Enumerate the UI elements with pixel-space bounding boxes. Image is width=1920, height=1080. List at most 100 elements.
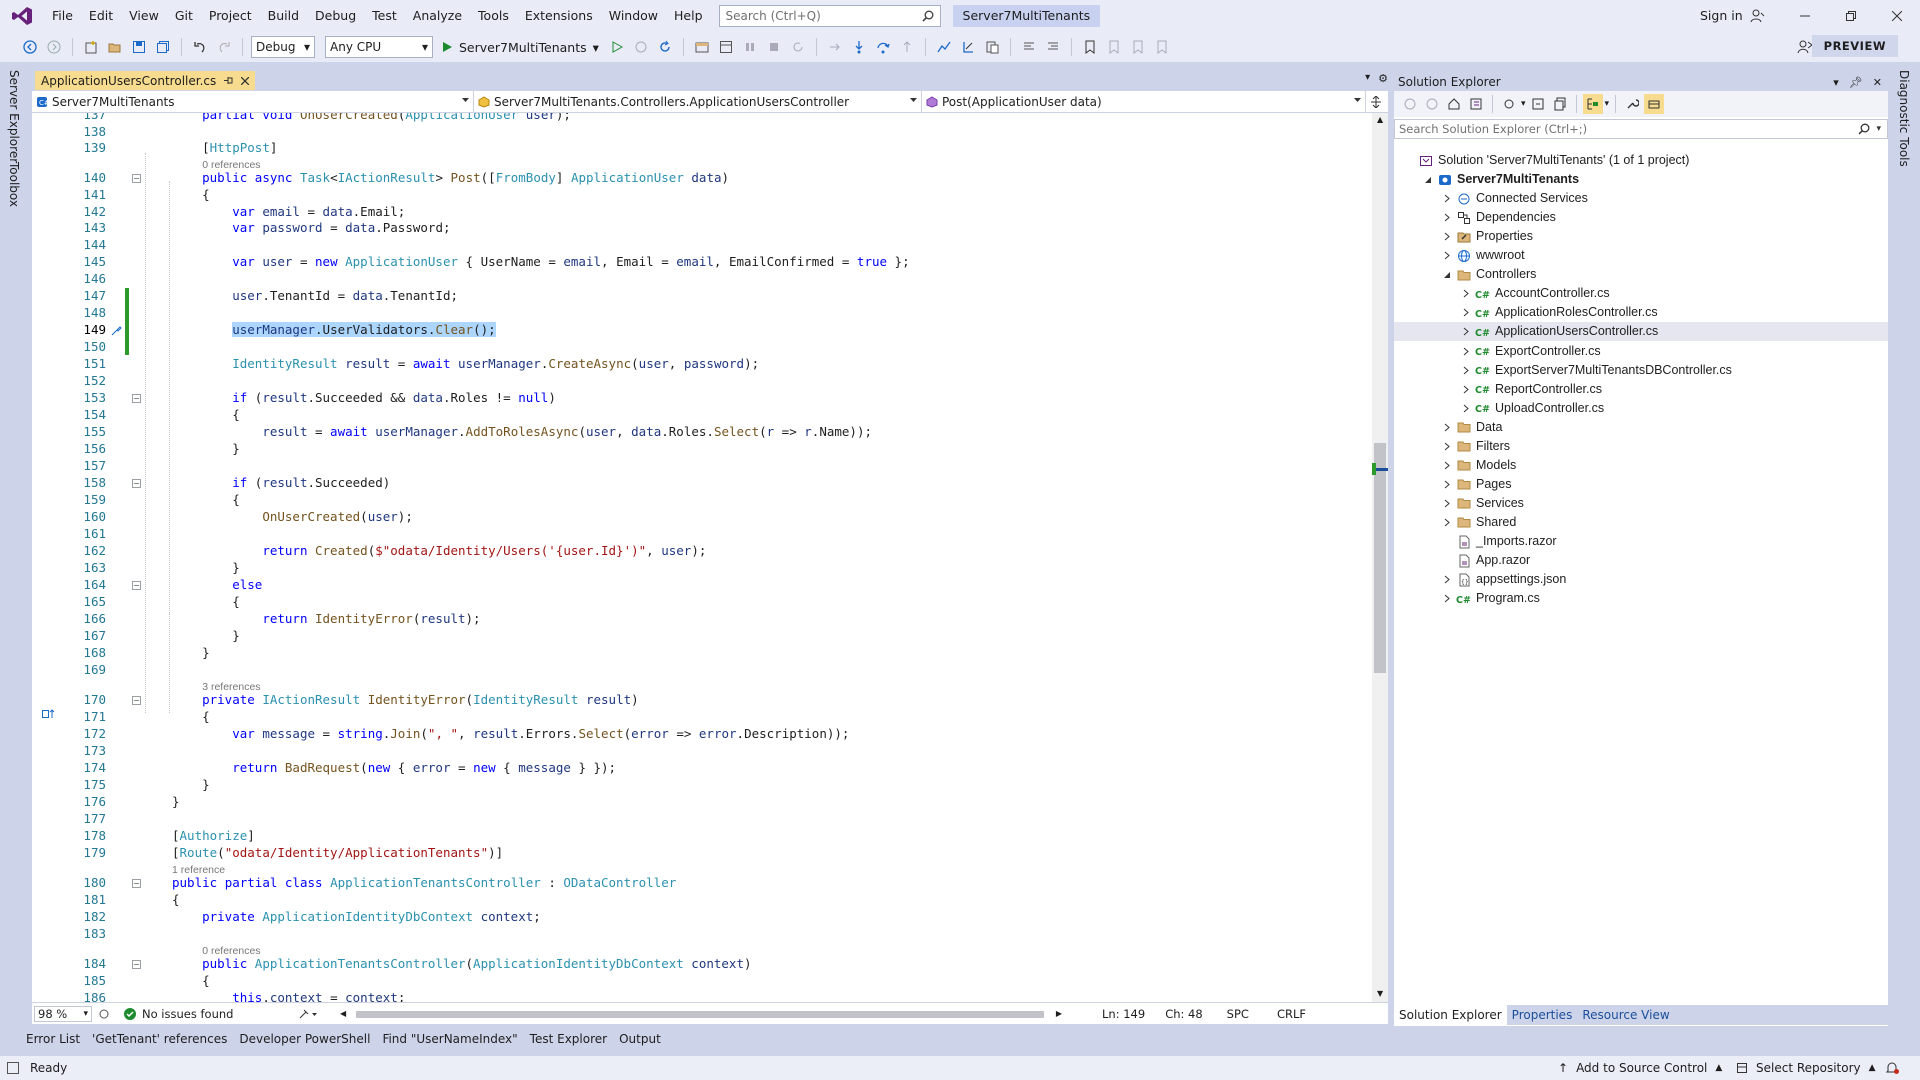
collapsed-arrow-icon[interactable]: [1442, 494, 1452, 513]
scroll-right-icon[interactable]: ▶: [1056, 1009, 1062, 1018]
tree-item-services[interactable]: Services: [1442, 494, 1524, 513]
line-indicator[interactable]: Ln: 149: [1102, 1007, 1145, 1021]
collapsed-arrow-icon[interactable]: [1461, 380, 1471, 399]
forward-icon[interactable]: [1422, 94, 1442, 114]
tree-item-solution-server7multitenants-1-of-1-project[interactable]: Solution 'Server7MultiTenants' (1 of 1 p…: [1404, 151, 1689, 170]
clear-bookmarks-icon[interactable]: [1152, 37, 1172, 57]
collapsed-arrow-icon[interactable]: [1442, 208, 1452, 227]
publish-icon[interactable]: [958, 37, 978, 57]
search-options-icon[interactable]: ▾: [1876, 124, 1881, 134]
tree-item-properties[interactable]: Properties: [1442, 227, 1533, 246]
notifications-bell-icon[interactable]: [1884, 1060, 1900, 1076]
start-without-debugging-icon[interactable]: [607, 37, 627, 57]
preview-badge[interactable]: PREVIEW: [1811, 35, 1898, 57]
tree-item-reportcontroller-cs[interactable]: C# ReportController.cs: [1461, 380, 1602, 399]
signin-area[interactable]: Sign in: [1700, 0, 1765, 32]
home-icon[interactable]: [1444, 94, 1464, 114]
menu-window[interactable]: Window: [601, 0, 666, 32]
collapsed-arrow-icon[interactable]: [1442, 246, 1452, 265]
horizontal-scrollbar[interactable]: ◀ ▶: [338, 1006, 1062, 1022]
undo-icon[interactable]: [190, 37, 210, 57]
sync-with-active-document-icon[interactable]: [1582, 94, 1603, 114]
next-bookmark-icon[interactable]: [1128, 37, 1148, 57]
collapsed-arrow-icon[interactable]: [1442, 437, 1452, 456]
switch-views-icon[interactable]: [1466, 94, 1486, 114]
preview-selected-items-icon[interactable]: [1644, 94, 1665, 114]
line-ending-indicator[interactable]: CRLF: [1277, 1007, 1306, 1021]
expanded-arrow-icon[interactable]: [1442, 265, 1452, 284]
menu-analyze[interactable]: Analyze: [405, 0, 470, 32]
tree-item-server7multitenants[interactable]: Server7MultiTenants: [1423, 170, 1579, 189]
settings-gear-icon[interactable]: ⚙: [1378, 72, 1388, 85]
collapsed-arrow-icon[interactable]: [1442, 189, 1452, 208]
chevron-down-icon[interactable]: ▾: [1521, 99, 1526, 109]
collapsed-arrow-icon[interactable]: [1461, 322, 1471, 341]
tree-item-uploadcontroller-cs[interactable]: C# UploadController.cs: [1461, 399, 1604, 418]
diagnostic-tools-tab[interactable]: Diagnostic Tools: [1897, 70, 1911, 167]
new-project-icon[interactable]: [81, 37, 101, 57]
menu-project[interactable]: Project: [201, 0, 260, 32]
tree-item-wwwroot[interactable]: wwwroot: [1442, 246, 1525, 265]
tree-item-pages[interactable]: Pages: [1442, 475, 1511, 494]
bottom-tab-test-explorer[interactable]: Test Explorer: [530, 1032, 607, 1046]
tree-item-filters[interactable]: Filters: [1442, 437, 1510, 456]
minimize-button[interactable]: [1782, 0, 1828, 32]
close-icon[interactable]: ✕: [1873, 76, 1882, 89]
menu-edit[interactable]: Edit: [81, 0, 121, 32]
pending-changes-filter-icon[interactable]: [1499, 94, 1519, 114]
split-editor-icon[interactable]: [1366, 91, 1386, 112]
tab-solution-explorer[interactable]: Solution Explorer: [1394, 1005, 1507, 1025]
tree-item-accountcontroller-cs[interactable]: C# AccountController.cs: [1461, 284, 1610, 303]
fold-toggle-icon[interactable]: −: [132, 878, 141, 888]
forward-icon[interactable]: [44, 37, 64, 57]
tab-resource-view[interactable]: Resource View: [1577, 1005, 1674, 1025]
menu-debug[interactable]: Debug: [307, 0, 364, 32]
collapsed-arrow-icon[interactable]: [1461, 303, 1471, 322]
collapsed-arrow-icon[interactable]: [1442, 570, 1452, 589]
hscrollbar-thumb[interactable]: [356, 1010, 1044, 1018]
collapsed-arrow-icon[interactable]: [1461, 361, 1471, 380]
scroll-down-icon[interactable]: ▼: [1377, 989, 1383, 998]
tab-properties[interactable]: Properties: [1507, 1005, 1578, 1025]
tree-item-exportserver7multitenantsdbcontroller-cs[interactable]: C# ExportServer7MultiTenantsDBController.…: [1461, 361, 1732, 380]
code-editor[interactable]: 137 partial void OnUserCreated(Applicati…: [32, 113, 1372, 1002]
restart-icon[interactable]: [788, 37, 808, 57]
project-dropdown[interactable]: C# Server7MultiTenants: [32, 91, 474, 112]
intellicode-icon[interactable]: [98, 1008, 110, 1020]
back-icon[interactable]: [20, 37, 40, 57]
window-position-icon[interactable]: ▾: [1833, 76, 1839, 89]
bottom-tab-output[interactable]: Output: [619, 1032, 661, 1046]
save-all-icon[interactable]: [153, 37, 173, 57]
issues-status[interactable]: No issues found: [142, 1007, 292, 1021]
tab-application-users-controller[interactable]: ApplicationUsersController.cs: [35, 71, 256, 90]
menu-file[interactable]: File: [44, 0, 81, 32]
pin-icon[interactable]: [224, 76, 233, 85]
tree-item-imports-razor[interactable]: _Imports.razor: [1442, 532, 1557, 551]
toolbox-tab[interactable]: Toolbox: [7, 162, 21, 207]
restore-button[interactable]: [1828, 0, 1874, 32]
bottom-tab-find-usernameindex[interactable]: Find "UserNameIndex": [382, 1032, 517, 1046]
fold-toggle-icon[interactable]: −: [132, 174, 141, 184]
tree-item-models[interactable]: Models: [1442, 456, 1516, 475]
configuration-dropdown[interactable]: Debug ▾: [251, 36, 315, 58]
tree-item-data[interactable]: Data: [1442, 418, 1502, 437]
tree-item-app-razor[interactable]: App.razor: [1442, 551, 1530, 570]
redo-icon[interactable]: [214, 37, 234, 57]
collapsed-arrow-icon[interactable]: [1442, 227, 1452, 246]
collapsed-arrow-icon[interactable]: [1442, 456, 1452, 475]
zoom-dropdown[interactable]: 98 % ▾: [34, 1005, 92, 1022]
scrollbar-thumb[interactable]: [1374, 443, 1386, 673]
tab-list-dropdown-icon[interactable]: ▾: [1365, 72, 1370, 85]
collapsed-arrow-icon[interactable]: [1461, 342, 1471, 361]
browser-link-icon[interactable]: [692, 37, 712, 57]
tree-item-dependencies[interactable]: Dependencies: [1442, 208, 1556, 227]
fold-toggle-icon[interactable]: −: [132, 959, 141, 969]
tree-item-exportcontroller-cs[interactable]: C# ExportController.cs: [1461, 342, 1601, 361]
collapsed-arrow-icon[interactable]: [1442, 513, 1452, 532]
uncomment-icon[interactable]: [1043, 37, 1063, 57]
code-cleanup-icon[interactable]: [298, 1008, 318, 1020]
collapsed-arrow-icon[interactable]: [1442, 418, 1452, 437]
class-dropdown[interactable]: Server7MultiTenants.Controllers.Applicat…: [474, 91, 922, 112]
tree-item-shared[interactable]: Shared: [1442, 513, 1516, 532]
tree-item-connected-services[interactable]: Connected Services: [1442, 189, 1588, 208]
